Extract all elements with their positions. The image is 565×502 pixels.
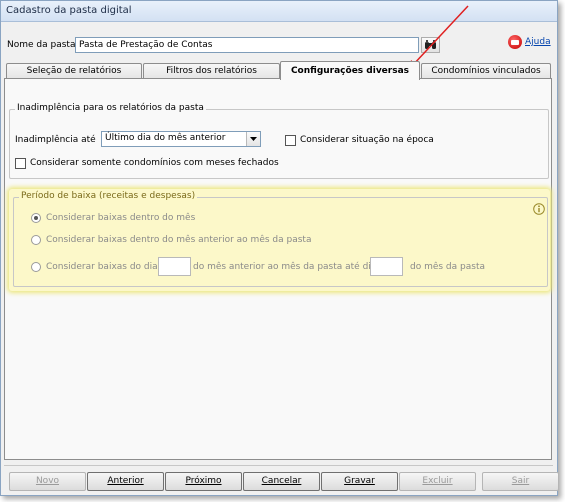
write-off-option-3-label-end: do mês da pasta <box>410 262 485 272</box>
write-off-option-1-label: Considerar baixas dentro do mês <box>46 213 196 223</box>
write-off-option-3-label-start: Considerar baixas do dia <box>46 262 158 272</box>
window-title: Cadastro da pasta digital <box>6 5 132 16</box>
next-button-label: Próximo <box>185 476 222 486</box>
new-button-label: Novo <box>35 476 60 486</box>
previous-button-label: Anterior <box>107 476 144 486</box>
cadastro-window: Cadastro da pasta digital Nome da pasta:… <box>0 0 559 496</box>
exit-button[interactable]: Sair <box>482 472 559 491</box>
consider-status-label: Considerar situação na época <box>300 135 434 145</box>
save-button-label: Gravar <box>344 476 375 486</box>
new-button[interactable]: Novo <box>9 472 86 491</box>
delinquency-group-title: Inadimplência para os relatórios da past… <box>15 103 206 113</box>
write-off-option-2-label: Considerar baixas dentro do mês anterior… <box>46 235 312 245</box>
chevron-down-icon[interactable] <box>246 132 260 146</box>
search-button[interactable] <box>421 37 440 53</box>
delinquency-until-label: Inadimplência até <box>15 135 96 145</box>
closed-months-checkbox[interactable] <box>15 158 26 169</box>
end-day-input[interactable] <box>370 257 403 276</box>
write-off-option-2-radio[interactable] <box>31 235 41 245</box>
tab-report-filters[interactable]: Filtros dos relatórios <box>143 63 280 79</box>
delinquency-until-select[interactable]: Último dia do mês anterior <box>101 131 261 147</box>
button-bar: Novo Anterior Próximo Cancelar Gravar Ex… <box>4 465 559 492</box>
write-off-option-3-label-middle: do mês anterior ao mês da pasta até dia <box>193 262 377 272</box>
settings-panel: Inadimplência para os relatórios da past… <box>4 78 552 460</box>
folder-name-label: Nome da pasta: <box>7 40 79 50</box>
binoculars-icon <box>425 40 436 49</box>
exit-button-label: Sair <box>511 476 530 486</box>
save-button[interactable]: Gravar <box>321 472 398 491</box>
help-link[interactable]: Ajuda <box>525 37 551 47</box>
write-off-option-3-radio[interactable] <box>31 262 41 272</box>
tab-misc-settings[interactable]: Configurações diversas <box>280 61 420 80</box>
consider-status-checkbox[interactable] <box>285 135 296 146</box>
tab-strip: Seleção de relatórios Filtros dos relató… <box>4 61 552 80</box>
cancel-button[interactable]: Cancelar <box>243 472 320 491</box>
help-link-group[interactable]: Ajuda <box>508 35 551 49</box>
folder-name-input[interactable]: Pasta de Prestação de Contas <box>75 37 419 53</box>
write-off-option-1-radio[interactable] <box>31 213 41 223</box>
start-day-input[interactable] <box>158 257 191 276</box>
delete-button-label: Excluir <box>422 476 453 486</box>
help-stop-icon <box>508 35 522 49</box>
next-button[interactable]: Próximo <box>165 472 242 491</box>
info-icon[interactable] <box>533 203 545 215</box>
previous-button[interactable]: Anterior <box>87 472 164 491</box>
tab-report-selection[interactable]: Seleção de relatórios <box>6 63 142 79</box>
closed-months-label: Considerar somente condomínios com meses… <box>30 158 279 168</box>
title-bar: Cadastro da pasta digital <box>1 1 557 22</box>
delinquency-until-value: Último dia do mês anterior <box>105 133 226 143</box>
cancel-button-label: Cancelar <box>261 476 302 486</box>
tab-linked-condos[interactable]: Condomínios vinculados <box>421 63 551 79</box>
write-off-group-title: Período de baixa (receitas e despesas) <box>19 191 198 201</box>
delete-button[interactable]: Excluir <box>399 472 476 491</box>
